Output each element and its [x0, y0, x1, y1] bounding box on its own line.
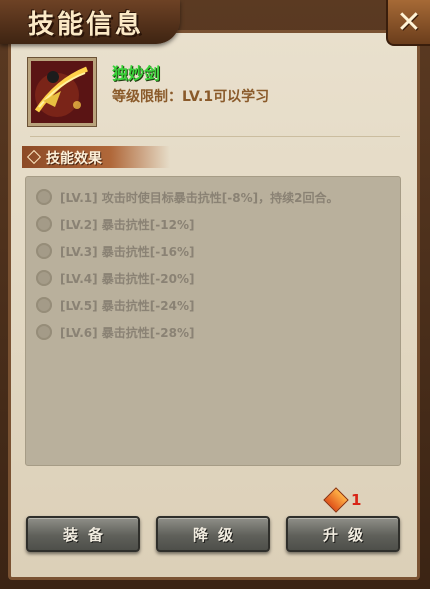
- list-item: [LV.5] 暴击抗性[-24%]: [36, 295, 194, 315]
- level-locked-icon: [36, 189, 52, 205]
- effects-list: [LV.1] 攻击时使目标暴击抗性[-8%]，持续2回合。 [LV.2] 暴击抗…: [25, 176, 401, 466]
- list-item: [LV.1] 攻击时使目标暴击抗性[-8%]，持续2回合。: [36, 187, 338, 207]
- level-locked-icon: [36, 324, 52, 340]
- upgrade-cost: 1: [323, 487, 362, 513]
- sword-slash-icon: [28, 58, 96, 126]
- section-label: 技能效果: [46, 151, 102, 167]
- list-item: [LV.3] 暴击抗性[-16%]: [36, 241, 194, 261]
- effect-text: [LV.1] 攻击时使目标暴击抗性[-8%]，持续2回合。: [60, 190, 339, 205]
- upgrade-button-label: 升级: [322, 525, 373, 544]
- level-locked-icon: [36, 297, 52, 313]
- downgrade-button[interactable]: 降级: [156, 516, 270, 552]
- skill-name: 独妙剑: [112, 64, 161, 83]
- list-item: [LV.6] 暴击抗性[-28%]: [36, 322, 194, 342]
- skill-level-requirement: 等级限制：LV.1可以学习: [112, 89, 270, 105]
- effect-text: [LV.2] 暴击抗性[-12%]: [60, 217, 195, 232]
- effect-text: [LV.5] 暴击抗性[-24%]: [60, 298, 195, 313]
- level-locked-icon: [36, 243, 52, 259]
- cost-value: 1: [351, 491, 362, 509]
- diamond-icon: [26, 149, 42, 165]
- skill-point-gem-icon: [323, 487, 349, 513]
- effect-text: [LV.3] 暴击抗性[-16%]: [60, 244, 195, 259]
- upgrade-button[interactable]: 升级: [286, 516, 400, 552]
- level-locked-icon: [36, 270, 52, 286]
- window-title: 技能信息: [28, 10, 145, 40]
- effect-text: [LV.4] 暴击抗性[-20%]: [60, 271, 195, 286]
- close-icon: ✕: [396, 4, 422, 40]
- downgrade-button-label: 降级: [192, 525, 243, 544]
- list-item: [LV.2] 暴击抗性[-12%]: [36, 214, 194, 234]
- equip-button-label: 装备: [62, 525, 113, 544]
- section-header: 技能效果: [22, 146, 170, 168]
- effect-text: [LV.6] 暴击抗性[-28%]: [60, 325, 195, 340]
- skill-info-window: 技能信息 ✕ 独妙剑 等级限制：LV.1可以学习 技能效果 [LV.1] 攻击时…: [0, 0, 430, 589]
- divider: [30, 136, 400, 137]
- list-item: [LV.4] 暴击抗性[-20%]: [36, 268, 194, 288]
- level-locked-icon: [36, 216, 52, 232]
- close-button[interactable]: ✕: [386, 0, 430, 46]
- equip-button[interactable]: 装备: [26, 516, 140, 552]
- title-plate: 技能信息: [0, 0, 180, 44]
